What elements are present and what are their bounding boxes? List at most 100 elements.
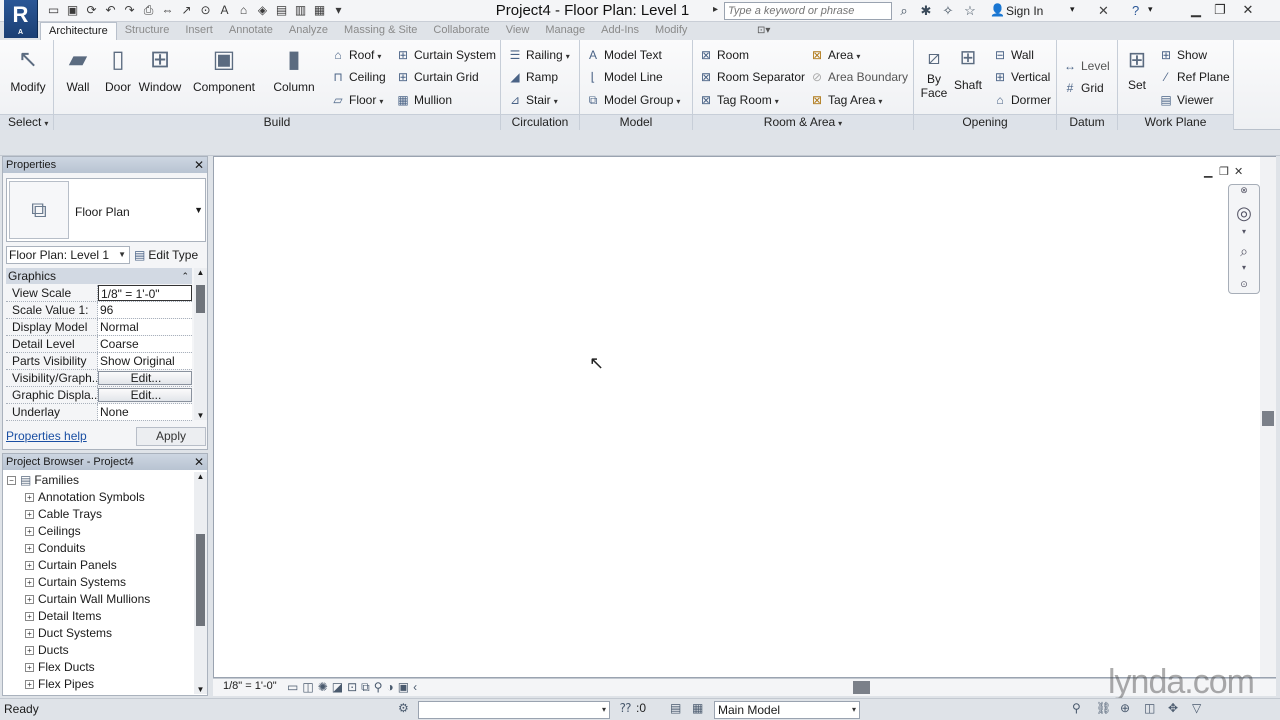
crop-view-icon[interactable]: ⊡: [347, 680, 357, 695]
curtain-grid-button[interactable]: ⊞ Curtain Grid: [395, 68, 479, 86]
workset-selector[interactable]: ▾: [418, 701, 610, 719]
room-button[interactable]: ⊠ Room: [698, 46, 749, 64]
select-by-face-icon[interactable]: ◫: [1144, 701, 1155, 715]
roof-button[interactable]: ⌂ Roof ▾: [330, 46, 381, 64]
tree-node[interactable]: + Curtain Systems: [3, 574, 193, 591]
view-scale-field[interactable]: 1/8" = 1'-0": [98, 285, 192, 301]
subscription-icon[interactable]: ✱: [918, 3, 934, 19]
view-instance-selector[interactable]: Floor Plan: Level 1 ▼: [6, 246, 130, 264]
tree-node[interactable]: + Conduits: [3, 540, 193, 557]
select-pinned-icon[interactable]: ⊕: [1120, 701, 1130, 715]
close-icon[interactable]: ✕: [194, 157, 204, 173]
ref-plane-button[interactable]: ⁄ Ref Plane: [1158, 68, 1230, 86]
help-icon[interactable]: ?: [1132, 3, 1139, 18]
undo-icon[interactable]: ↶: [103, 3, 118, 18]
tree-node[interactable]: + Annotation Symbols: [3, 489, 193, 506]
communication-icon[interactable]: ✧: [940, 3, 956, 19]
properties-scrollbar[interactable]: ▲ ▼: [194, 268, 207, 420]
tree-node-families[interactable]: − ▤ Families: [3, 472, 193, 489]
minimize-ribbon-icon[interactable]: ⊡▾: [757, 25, 773, 36]
filter-selection-icon[interactable]: ▽: [1192, 701, 1201, 715]
tag-area-button[interactable]: ⊠ Tag Area ▾: [809, 91, 882, 109]
vertical-scrollbar[interactable]: [1260, 157, 1276, 677]
active-model-selector[interactable]: Main Model ▾: [714, 701, 860, 719]
tab-annotate[interactable]: Annotate: [221, 22, 281, 40]
application-menu-button[interactable]: RA: [4, 0, 38, 38]
section-icon[interactable]: ◈: [255, 3, 270, 18]
properties-help-link[interactable]: Properties help: [6, 429, 87, 443]
curtain-system-button[interactable]: ⊞ Curtain System: [395, 46, 496, 64]
wall-opening-button[interactable]: ⊟ Wall: [992, 46, 1034, 64]
tree-node[interactable]: + Duct Systems: [3, 625, 193, 642]
scroll-left-icon[interactable]: ‹: [413, 680, 417, 695]
tab-architecture[interactable]: Architecture: [40, 22, 117, 41]
switch-windows-icon[interactable]: ▦: [312, 3, 327, 18]
tag-room-button[interactable]: ⊠ Tag Room ▾: [698, 91, 779, 109]
help-search-input[interactable]: [724, 2, 892, 20]
tree-node[interactable]: + Flex Ducts: [3, 659, 193, 676]
thin-lines-icon[interactable]: ▤: [274, 3, 289, 18]
tab-add-ins[interactable]: Add-Ins: [593, 22, 647, 40]
help-dropdown-icon[interactable]: ▾: [1148, 4, 1153, 15]
floor-button[interactable]: ▱ Floor ▾: [330, 91, 383, 109]
door-button[interactable]: ▯ Door: [102, 44, 134, 94]
print-icon[interactable]: ⎙: [141, 3, 156, 18]
view-minimize-icon[interactable]: ▁: [1204, 165, 1212, 178]
drawing-area[interactable]: ▁ ❐ ✕ ⊗ ◎ ▾ ⌕ ▾ ⊙ ↖: [213, 156, 1276, 678]
chevron-down-icon[interactable]: ▾: [1229, 263, 1259, 272]
reveal-hidden-icon[interactable]: ◑: [387, 680, 394, 695]
graphics-category-header[interactable]: Graphics ⌃: [6, 268, 192, 284]
visual-style-icon[interactable]: ◫: [302, 680, 313, 695]
close-icon[interactable]: ✕: [194, 454, 204, 470]
edit-type-button[interactable]: ▤ Edit Type: [134, 246, 198, 264]
display-model-field[interactable]: Normal: [98, 319, 192, 335]
text-icon[interactable]: A: [217, 3, 232, 18]
sign-in-dropdown-icon[interactable]: ▾: [1070, 4, 1075, 15]
open-icon[interactable]: ▭: [46, 3, 61, 18]
redo-icon[interactable]: ↷: [122, 3, 137, 18]
view-close-icon[interactable]: ✕: [1234, 165, 1243, 178]
viewer-button[interactable]: ▤ Viewer: [1158, 91, 1213, 109]
filter-icon[interactable]: ▦: [692, 701, 703, 715]
3d-view-icon[interactable]: ⌂: [236, 3, 251, 18]
type-selector[interactable]: ⧉ Floor Plan ▼: [6, 178, 206, 242]
shadows-icon[interactable]: ◪: [332, 680, 343, 695]
minimize-icon[interactable]: ▁: [1184, 2, 1208, 18]
chevron-down-icon[interactable]: ▼: [194, 205, 203, 215]
tab-modify[interactable]: Modify: [647, 22, 695, 40]
scroll-thumb[interactable]: [196, 285, 205, 313]
set-work-plane-button[interactable]: ⊞ Set: [1122, 46, 1152, 92]
tag-icon[interactable]: ⊙: [198, 3, 213, 18]
horizontal-scroll-thumb[interactable]: [853, 681, 870, 694]
tree-node[interactable]: + Curtain Panels: [3, 557, 193, 574]
view-restore-icon[interactable]: ❐: [1219, 165, 1229, 178]
scale-value-field[interactable]: 96: [98, 302, 192, 318]
ceiling-button[interactable]: ⊓ Ceiling: [330, 68, 385, 86]
steering-wheel-icon[interactable]: ◎: [1229, 203, 1259, 224]
room-separator-button[interactable]: ⊠ Room Separator: [698, 68, 805, 86]
view-scale-button[interactable]: 1/8" = 1'-0": [223, 680, 277, 692]
panel-label-room-area[interactable]: Room & Area ▾: [693, 114, 913, 130]
tree-node[interactable]: + Ceilings: [3, 523, 193, 540]
show-work-plane-button[interactable]: ⊞ Show: [1158, 46, 1207, 64]
column-button[interactable]: ▮ Column: [272, 44, 316, 94]
model-line-button[interactable]: ⌊ Model Line: [585, 68, 663, 86]
stair-button[interactable]: ⊿ Stair ▾: [507, 91, 558, 109]
tab-structure[interactable]: Structure: [117, 22, 178, 40]
drag-elements-icon[interactable]: ✥: [1168, 701, 1178, 715]
mullion-button[interactable]: ▦ Mullion: [395, 91, 452, 109]
zoom-icon[interactable]: ⌕: [1229, 243, 1259, 260]
level-button[interactable]: ↔ Level: [1062, 57, 1110, 75]
sun-path-icon[interactable]: ✺: [318, 680, 328, 695]
worksets-icon[interactable]: ⚙: [398, 701, 409, 715]
tab-view[interactable]: View: [498, 22, 538, 40]
exchange-apps-icon[interactable]: ✕: [1098, 3, 1109, 19]
detail-level-icon[interactable]: ▭: [287, 680, 298, 695]
temporary-hide-icon[interactable]: ⚲: [374, 680, 383, 695]
sign-in-link[interactable]: Sign In: [1006, 4, 1043, 18]
tree-node[interactable]: + Detail Items: [3, 608, 193, 625]
save-icon[interactable]: ▣: [65, 3, 80, 18]
tab-analyze[interactable]: Analyze: [281, 22, 336, 40]
visibility-graphics-edit-button[interactable]: Edit...: [98, 371, 192, 385]
tree-node[interactable]: + Cable Trays: [3, 506, 193, 523]
